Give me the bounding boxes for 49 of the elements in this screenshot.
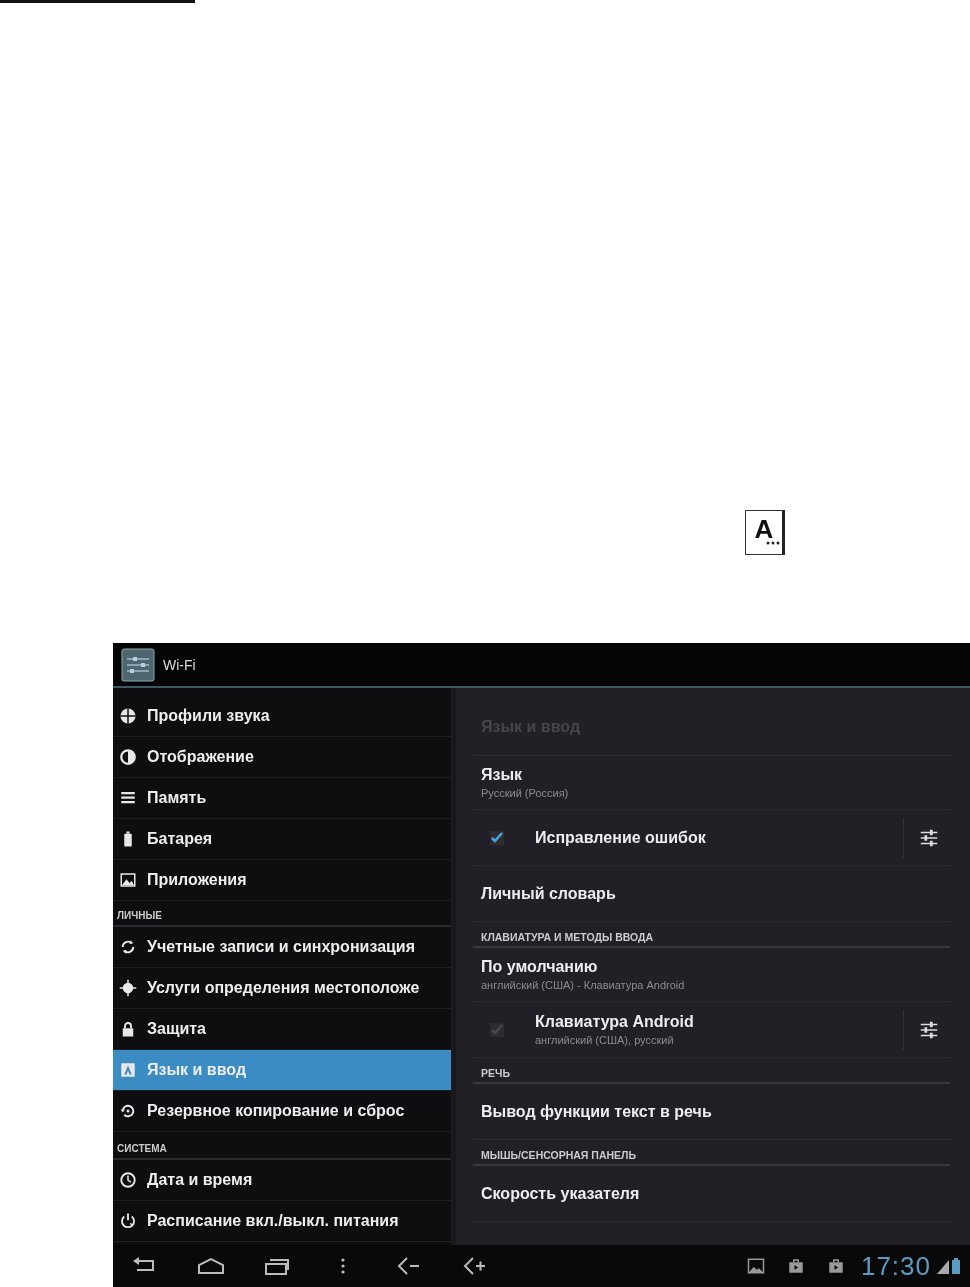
home-icon[interactable] xyxy=(197,1255,225,1277)
keyboard-letter-icon xyxy=(119,1061,137,1079)
item-summary: английский (США), русский xyxy=(535,1034,675,1046)
settings-item[interactable]: Вывод функции текст в речь xyxy=(473,1084,950,1140)
sync-icon xyxy=(119,938,137,956)
location-icon xyxy=(119,979,137,997)
section-header: ЛИЧНЫЕ xyxy=(117,910,162,921)
image-icon xyxy=(746,1257,765,1275)
item-title: Исправление ошибок xyxy=(535,828,707,847)
checkbox[interactable] xyxy=(489,829,505,846)
item-title: Скорость указателя xyxy=(481,1184,641,1203)
section-header: КЛАВИАТУРА И МЕТОДЫ ВВОДА xyxy=(481,931,654,943)
sidebar-item[interactable]: Резервное копирование и сброс xyxy=(113,1091,451,1132)
bag-icon xyxy=(786,1257,805,1275)
section-header: РЕЧЬ xyxy=(481,1067,510,1079)
sidebar-item[interactable]: Отображение xyxy=(113,737,451,778)
window-title: Wi-Fi xyxy=(163,656,196,673)
battery-icon xyxy=(952,1258,960,1274)
bag-icon xyxy=(826,1257,845,1275)
signal-icon xyxy=(935,1258,949,1274)
item-title: Язык xyxy=(481,766,524,784)
section-header: МЫШЬ/СЕНСОРНАЯ ПАНЕЛЬ xyxy=(481,1149,636,1161)
settings-item[interactable]: Язык Русский (Россия) xyxy=(473,756,950,810)
item-summary: Русский (Россия) xyxy=(481,787,570,799)
sidebar-item[interactable]: Приложения xyxy=(113,860,451,901)
image-icon xyxy=(119,871,137,889)
sidebar-item[interactable]: Память xyxy=(113,778,451,819)
sidebar-item[interactable]: Дата и время xyxy=(113,1160,451,1201)
settings-item[interactable]: Исправление ошибок xyxy=(473,810,950,866)
item-title: Вывод функции текст в речь xyxy=(481,1102,713,1121)
clock-icon xyxy=(119,1171,137,1189)
settings-item[interactable]: Скорость указателя xyxy=(473,1166,950,1222)
item-title: По умолчанию xyxy=(481,958,599,976)
restore-icon xyxy=(119,1102,137,1120)
settings-app-icon xyxy=(121,647,155,682)
item-title: Личный словарь xyxy=(481,884,617,903)
clock-time: 17:30 xyxy=(860,1250,931,1282)
sidebar-item[interactable]: Расписание вкл./выкл. питания xyxy=(113,1201,451,1242)
settings-item[interactable]: Личный словарь xyxy=(473,866,950,922)
section-header: СИСТЕМА xyxy=(117,1143,167,1154)
letter-icon: A xyxy=(745,510,785,555)
sidebar-item[interactable]: Батарея xyxy=(113,819,451,860)
sidebar-item[interactable]: Профили звука xyxy=(113,696,451,737)
item-title: Клавиатура Android xyxy=(535,1013,695,1031)
sidebar-item[interactable]: Услуги определения местоположе xyxy=(113,968,451,1009)
sidebar-item[interactable]: Учетные записи и синхронизация xyxy=(113,927,451,968)
settings-item[interactable]: По умолчанию английский (США) - Клавиатура Android xyxy=(473,948,950,1002)
item-summary: английский (США) - Клавиатура Android xyxy=(481,979,686,991)
contrast-icon xyxy=(119,748,137,766)
